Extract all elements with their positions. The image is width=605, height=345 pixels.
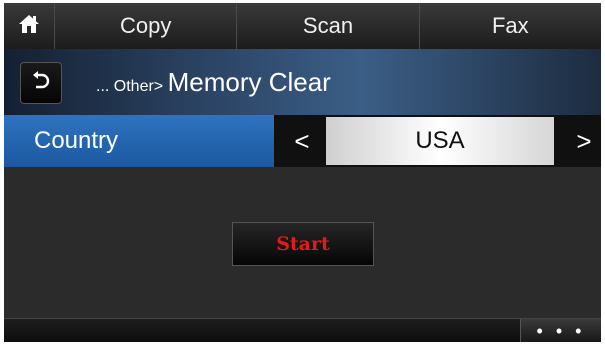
breadcrumb-prefix: ... Other> [96, 78, 164, 95]
home-icon [18, 13, 40, 40]
next-value-button[interactable]: > [560, 115, 601, 167]
tab-copy[interactable]: Copy [55, 3, 238, 49]
setting-value[interactable]: USA [326, 117, 554, 165]
back-button[interactable] [20, 62, 62, 104]
tab-fax[interactable]: Fax [420, 3, 601, 49]
top-tab-bar: Copy Scan Fax [4, 3, 601, 49]
footer-bar: • • • [4, 318, 601, 342]
chevron-right-icon: > [576, 125, 592, 156]
more-options-button[interactable]: • • • [520, 319, 601, 342]
previous-value-button[interactable]: < [278, 115, 326, 167]
title-bar: ... Other> Memory Clear [4, 49, 601, 115]
chevron-left-icon: < [294, 125, 310, 156]
content-area: Start [4, 167, 601, 318]
breadcrumb: ... Other> Memory Clear [96, 67, 331, 98]
country-setting-row: Country < USA > [4, 115, 601, 167]
home-button[interactable] [4, 3, 55, 49]
page-title: Memory Clear [167, 67, 331, 97]
setting-label: Country [4, 115, 274, 167]
start-button[interactable]: Start [232, 222, 374, 266]
back-arrow-icon [30, 70, 52, 97]
tab-scan[interactable]: Scan [237, 3, 420, 49]
printer-screen: Copy Scan Fax ... Other> Memory Clear Co… [4, 3, 601, 342]
